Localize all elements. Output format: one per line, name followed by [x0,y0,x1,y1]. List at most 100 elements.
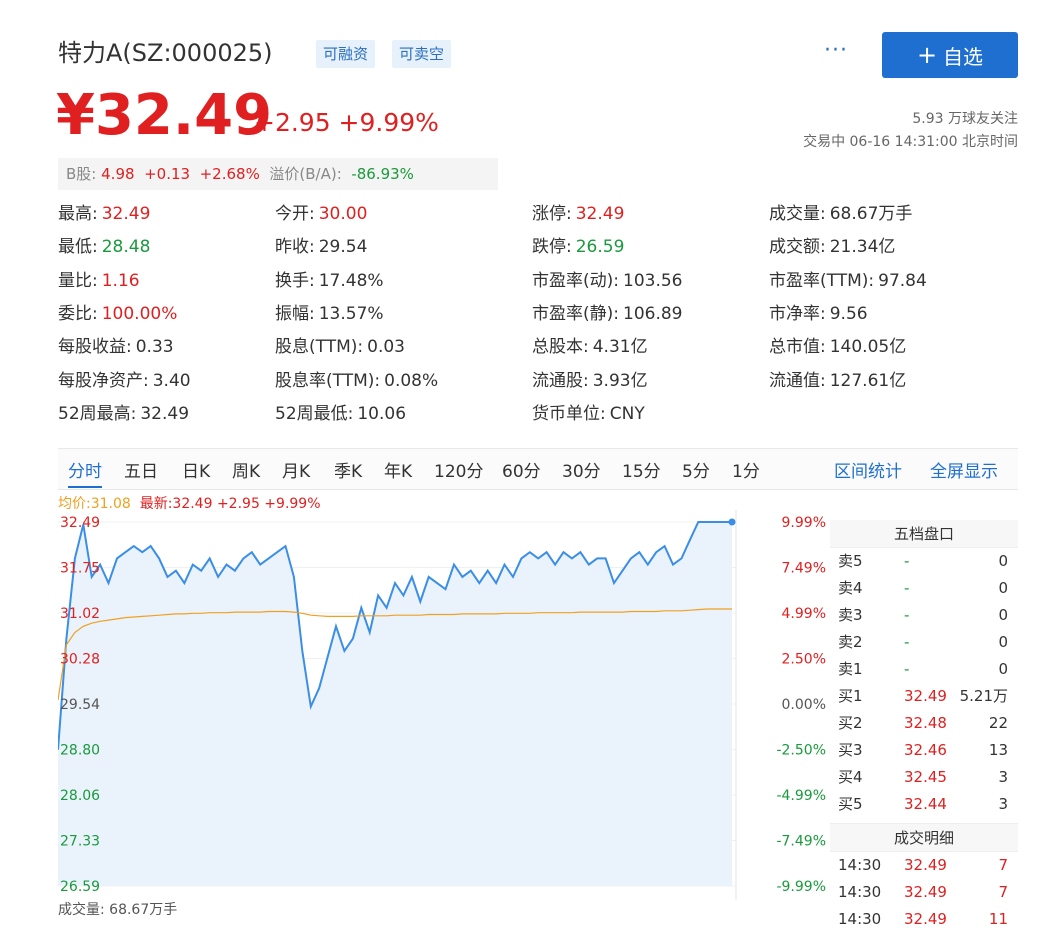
trade-time: 14:30 [838,910,882,928]
y-tick-left: 32.49 [60,515,100,531]
stat-item: 成交量: 68.67万手 [769,199,912,224]
y-tick-left: 31.02 [60,606,100,622]
trade-row: 14:30 32.49 7 [830,879,1018,906]
tab-period[interactable]: 30分 [562,457,601,482]
volume-label: 成交量: 68.67万手 [58,902,178,918]
y-tick-right: 2.50% [782,652,826,668]
stat-label: 昨收: [275,237,315,258]
price-change: +2.95 +9.99% [254,108,439,137]
ask-row: 卖3 - 0 [830,602,1018,629]
stat-value: 0.33 [135,337,174,358]
bid-label: 买4 [838,768,863,786]
ask-row: 卖5 - 0 [830,548,1018,575]
margin-tag[interactable]: 可融资 [316,40,376,68]
tab-period[interactable]: 日K [182,457,210,482]
plus-icon: + [916,41,938,69]
stat-value: 32.49 [575,204,625,224]
stat-label: 今开: [275,204,315,224]
stat-value: 29.54 [318,237,368,258]
stat-label: 换手: [275,270,315,291]
y-tick-right: 4.99% [782,606,826,622]
stat-item: 52周最低: 10.06 [275,399,406,424]
stat-value: 3.40 [152,370,191,391]
y-tick-left: 29.54 [60,697,100,713]
bid-volume: 5.21万 [959,687,1008,705]
tab-period[interactable]: 60分 [502,457,541,482]
ask-volume: 0 [998,660,1008,678]
stat-value: 103.56 [623,270,683,291]
ask-row: 卖4 - 0 [830,575,1018,602]
tab-period[interactable]: 120分 [434,457,483,482]
stat-item: 市盈率(动): 103.56 [532,266,682,291]
watchlist-label: 自选 [943,44,984,69]
stat-item: 总市值: 140.05亿 [769,332,906,357]
stat-value: 32.49 [101,204,151,224]
order-book-panel: 五档盘口 卖5-0 卖4-0 卖3-0 卖2-0 卖1-0 买1 32.49 5.21万 买2 32… [830,520,1018,930]
order-book-title: 五档盘口 [830,520,1018,548]
tab-period[interactable]: 5分 [682,457,710,482]
bid-row: 买4 32.45 3 [830,764,1018,791]
stat-label: 最低: [58,237,98,258]
stat-label: 股息(TTM): [275,337,364,358]
trade-price: 32.49 [904,883,947,901]
stat-item: 货币单位: CNY [532,399,645,424]
stat-item: 跌停: 26.59 [532,232,624,257]
stat-label: 委比: [58,303,98,324]
stat-label: 每股收益: [58,337,132,358]
tab-period[interactable]: 周K [232,457,260,482]
y-tick-right: 0.00% [782,697,826,713]
stat-label: 52周最高: [58,403,137,424]
stat-value: 68.67万手 [829,204,913,224]
tab-period[interactable]: 月K [282,457,310,482]
b-share-price: 4.98 [101,165,135,183]
bid-price: 32.49 [904,687,947,705]
stat-label: 市盈率(动): [532,270,619,291]
add-watchlist-button[interactable]: + 自选 [882,32,1018,78]
trade-status: 交易中 06-16 14:31:00 北京时间 [803,134,1018,150]
tab-period[interactable]: 五日 [124,457,158,482]
stat-value: 32.49 [140,403,190,424]
tab-period[interactable]: 1分 [732,457,760,482]
bid-price: 32.45 [904,768,947,786]
ask-row: 卖1 - 0 [830,656,1018,683]
stat-label: 流通值: [769,370,826,391]
chart-period-tabs: 分时 五日 日K 周K 月K 季K 年K 120分 60分 30分 15分 5分 1分 区间统计 全屏显示 [58,448,1018,490]
stat-item: 量比: 1.16 [58,266,140,291]
stat-value: 17.48% [318,270,384,291]
tab-period[interactable]: 年K [384,457,412,482]
ask-label: 卖4 [838,579,863,597]
bid-row: 买1 32.49 5.21万 [830,683,1018,710]
stock-title: 特力A(SZ:000025) [58,39,273,67]
stat-item: 流通股: 3.93亿 [532,366,648,391]
tab-period[interactable]: 季K [334,457,362,482]
stat-label: 量比: [58,270,98,291]
intraday-chart[interactable]: 雪球32.4931.7531.0230.2829.5428.8028.0627.… [58,510,826,900]
y-tick-right: 7.49% [782,561,826,577]
stat-value: 106.89 [623,303,683,324]
stat-item: 52周最高: 32.49 [58,399,189,424]
short-tag[interactable]: 可卖空 [392,40,452,68]
last-price-point [728,518,736,526]
more-icon[interactable]: ··· [824,38,848,63]
bid-label: 买5 [838,795,863,813]
range-stats-button[interactable]: 区间统计 [834,457,902,482]
stat-item: 成交额: 21.34亿 [769,232,895,257]
bid-volume: 3 [998,795,1008,813]
tab-period[interactable]: 分时 [68,457,102,488]
stat-label: 市盈率(静): [532,303,619,324]
fullscreen-button[interactable]: 全屏显示 [930,457,998,482]
trade-volume: 11 [988,910,1008,928]
ask-price: - [904,633,910,651]
ask-volume: 0 [998,579,1008,597]
stat-label: 最高: [58,204,98,224]
y-tick-right: -4.99% [776,788,826,804]
tab-period[interactable]: 15分 [622,457,661,482]
stat-value: 21.34亿 [829,237,896,258]
stat-item: 换手: 17.48% [275,266,384,291]
trade-row: 14:30 32.49 7 [830,852,1018,879]
b-share-pct: +2.68% [199,165,260,183]
ask-label: 卖1 [838,660,863,678]
y-tick-right: -9.99% [776,879,826,895]
stat-value: 13.57% [318,303,384,324]
stat-value: 9.56 [829,303,868,324]
